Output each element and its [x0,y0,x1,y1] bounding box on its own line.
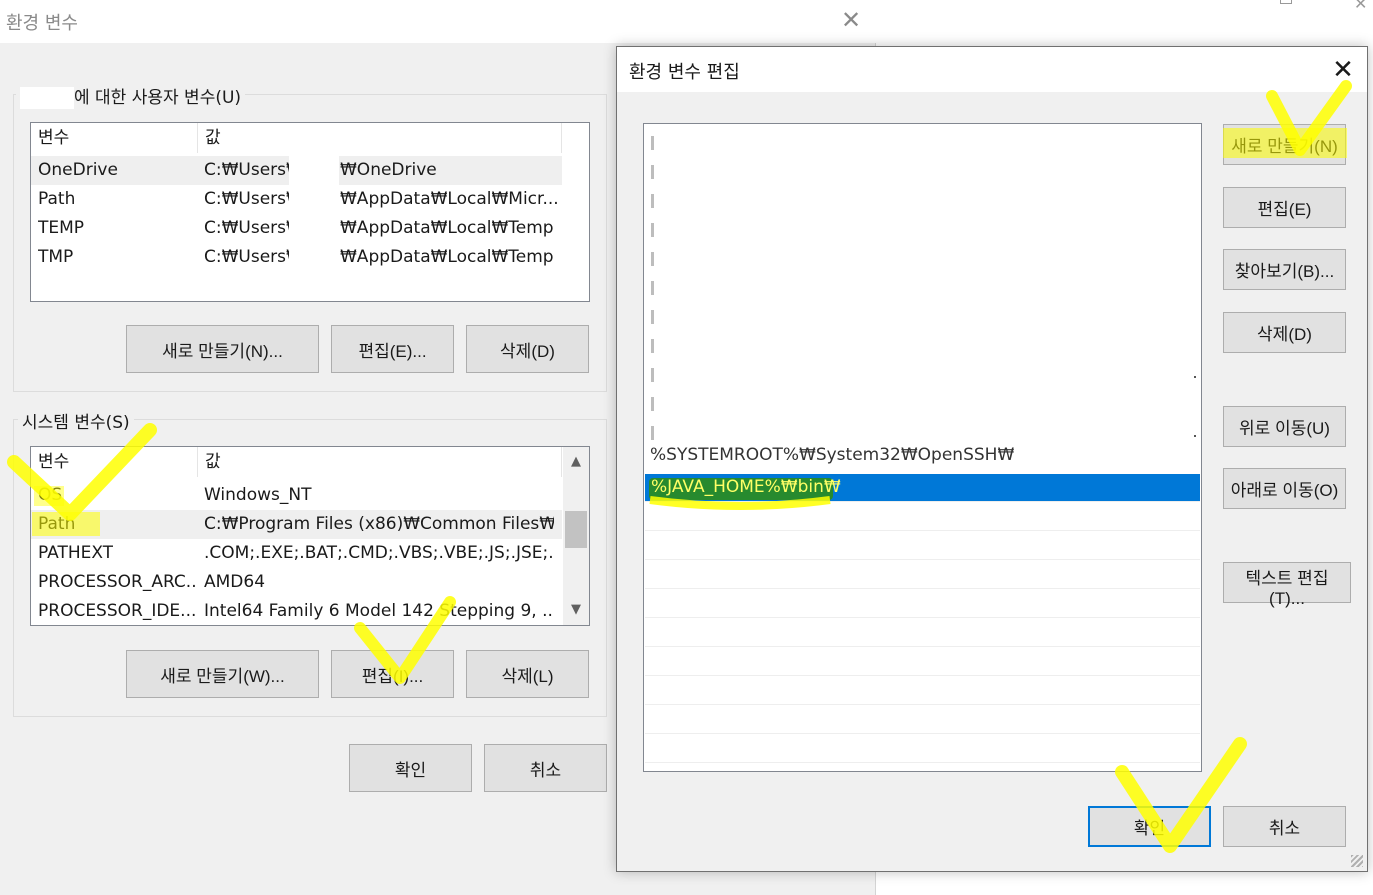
list-header: 변수 값 [31,447,589,479]
system-variables-label: 시스템 변수(S) [18,408,134,433]
system-new-button[interactable]: 새로 만들기(W)... [126,650,319,698]
variable-value-suffix: ₩OneDrive [340,160,437,180]
redacted-area [658,124,1198,446]
move-down-button[interactable]: 아래로 이동(O) [1223,468,1346,509]
entry-fragment [651,194,654,208]
scroll-down-icon[interactable]: ▼ [563,597,589,623]
column-header-value[interactable]: 값 [198,447,562,477]
title-bar: 환경 변수 ✕ [0,0,876,43]
close-icon[interactable]: ✕ [1328,55,1358,85]
table-row[interactable]: PROCESSOR_IDE... Intel64 Family 6 Model … [31,597,562,625]
variable-value: C:₩Program Files (x86)₩Common Files₩... [204,514,554,534]
empty-row [645,532,1200,560]
variable-value-suffix: ₩AppData₩Local₩Temp [340,247,554,267]
column-header-variable[interactable]: 변수 [31,447,198,477]
cancel-button[interactable]: 취소 [1223,806,1346,847]
variable-name: OS [38,485,63,505]
redaction-dot [1194,435,1196,437]
edit-text-button[interactable]: 텍스트 편집(T)... [1223,562,1351,608]
redacted-username [289,156,339,272]
list-header: 변수 값 [31,123,589,155]
entry-fragment [651,281,654,295]
entry-fragment [651,136,654,150]
empty-row [645,503,1200,531]
variable-value: AMD64 [204,572,266,592]
dialog-title: 환경 변수 편집 [629,62,740,83]
user-variables-list[interactable]: 변수 값 OneDrive C:₩Users₩ ₩OneDrive Path C… [30,122,590,302]
edit-environment-variable-dialog: 환경 변수 편집 ✕ %SYSTEMROOT%₩System32₩OpenSSH… [616,46,1368,872]
system-delete-button[interactable]: 삭제(L) [466,650,589,698]
system-edit-button[interactable]: 편집(I)... [331,650,454,698]
path-entry-partial[interactable]: %SYSTEMROOT%₩System32₩OpenSSH₩ [644,446,1201,470]
browse-button[interactable]: 찾아보기(B)... [1223,249,1346,290]
variable-name: PROCESSOR_IDE... [38,601,196,621]
empty-row [645,619,1200,647]
redaction-dot [1194,376,1196,378]
table-row[interactable]: PROCESSOR_ARC... AMD64 [31,568,562,597]
variable-name: Path [38,514,76,534]
scroll-up-icon[interactable]: ▲ [563,449,589,475]
ok-button[interactable]: 확인 [349,744,472,792]
variable-value-suffix: ₩AppData₩Local₩Micr... [340,189,559,209]
ok-button[interactable]: 확인 [1088,806,1211,847]
empty-row [645,648,1200,676]
column-header-value[interactable]: 값 [198,123,562,153]
empty-row [645,590,1200,618]
resize-grip-icon[interactable] [1351,855,1363,867]
entry-fragment [651,165,654,179]
entry-fragment [651,397,654,411]
user-edit-button[interactable]: 편집(E)... [331,325,454,373]
column-header-variable[interactable]: 변수 [31,123,198,153]
restore-icon [1280,0,1292,4]
empty-row [645,706,1200,734]
user-variables-label: 에 대한 사용자 변수(U) [16,83,246,109]
path-entry-text: %JAVA_HOME%₩bin₩ [651,477,841,497]
variable-name: PATHEXT [38,543,114,563]
redacted-username [20,87,74,109]
user-new-button[interactable]: 새로 만들기(N)... [126,325,319,373]
move-up-button[interactable]: 위로 이동(U) [1223,406,1346,447]
edit-button[interactable]: 편집(E) [1223,187,1346,228]
entry-fragment [651,310,654,324]
cancel-button[interactable]: 취소 [484,744,607,792]
new-button[interactable]: 새로 만들기(N) [1223,124,1346,165]
dialog-title: 환경 변수 [6,13,78,34]
empty-row [645,735,1200,763]
close-icon: ✕ [1354,0,1368,13]
entry-fragment [651,368,654,382]
path-entries-list[interactable]: %SYSTEMROOT%₩System32₩OpenSSH₩ %JAVA_HOM… [643,123,1202,772]
empty-row [645,677,1200,705]
variable-value: .COM;.EXE;.BAT;.CMD;.VBS;.VBE;.JS;.JSE;.… [204,543,554,563]
table-row[interactable]: PATHEXT .COM;.EXE;.BAT;.CMD;.VBS;.VBE;.J… [31,539,562,568]
variable-value: C:₩Users₩ [204,218,303,238]
close-icon[interactable]: ✕ [838,6,864,34]
variable-name: OneDrive [38,160,118,180]
variable-name: TMP [38,247,74,267]
entry-fragment [651,339,654,353]
delete-button[interactable]: 삭제(D) [1223,312,1346,353]
table-row[interactable]: OS Windows_NT [31,481,562,510]
variable-name: TEMP [38,218,85,238]
table-row-path[interactable]: Path C:₩Program Files (x86)₩Common Files… [31,510,562,539]
entry-fragment [651,426,654,440]
entry-fragment [651,252,654,266]
path-entry-text: %SYSTEMROOT%₩System32₩OpenSSH₩ [650,446,1015,465]
user-delete-button[interactable]: 삭제(D) [466,325,589,373]
variable-value: Windows_NT [204,485,312,505]
scroll-thumb[interactable] [565,511,587,548]
variable-name: Path [38,189,76,209]
variable-value: Intel64 Family 6 Model 142 Stepping 9, .… [204,601,554,621]
variable-name: PROCESSOR_ARC... [38,572,196,592]
vertical-scrollbar[interactable]: ▲ ▼ [563,447,589,625]
empty-row [645,561,1200,589]
variable-value: C:₩Users₩ [204,247,303,267]
variable-value: C:₩Users₩ [204,189,303,209]
system-variables-list[interactable]: 변수 값 OS Windows_NT Path C:₩Program Files… [30,446,590,626]
title-bar: 환경 변수 편집 ✕ [617,47,1367,92]
path-entry-selected[interactable]: %JAVA_HOME%₩bin₩ [645,474,1200,502]
variable-value-suffix: ₩AppData₩Local₩Temp [340,218,554,238]
variable-value: C:₩Users₩ [204,160,303,180]
entry-fragment [651,223,654,237]
